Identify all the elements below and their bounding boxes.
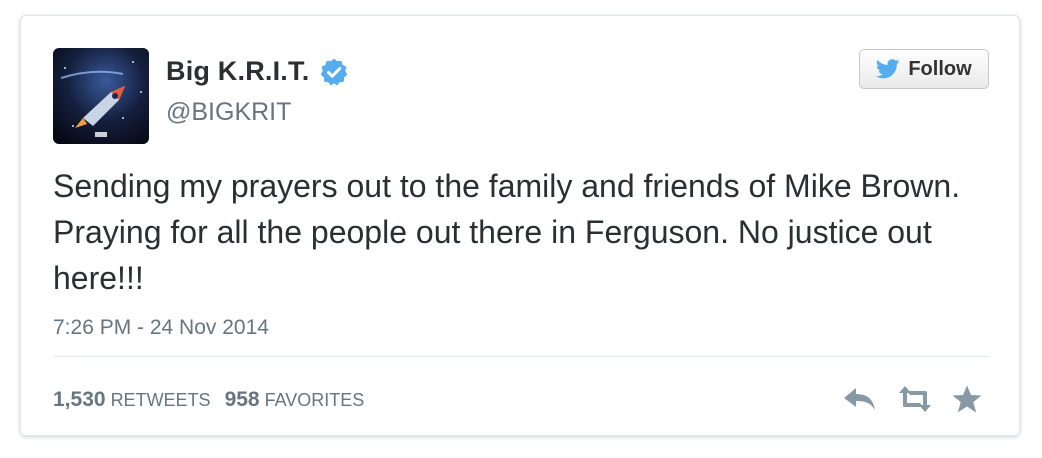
album-cover-image	[53, 48, 149, 144]
user-name-row: Big K.R.I.T.	[166, 56, 349, 87]
favorite-icon[interactable]	[951, 384, 983, 414]
tweet-actions	[841, 384, 983, 414]
tweet-stats: 1,530 RETWEETS 958 FAVORITES	[53, 388, 364, 412]
retweets-label: RETWEETS	[110, 390, 211, 410]
twitter-bird-icon	[876, 59, 900, 79]
follow-button-label: Follow	[908, 57, 972, 80]
retweets-stat[interactable]: 1,530 RETWEETS	[53, 388, 211, 412]
divider	[53, 356, 989, 357]
retweet-icon[interactable]	[893, 384, 937, 414]
retweets-count: 1,530	[53, 388, 106, 411]
tweet-text: Sending my prayers out to the family and…	[53, 168, 961, 296]
reply-icon[interactable]	[841, 384, 879, 414]
tweet-timestamp[interactable]: 7:26 PM - 24 Nov 2014	[53, 316, 269, 340]
follow-button[interactable]: Follow	[859, 49, 989, 89]
user-handle[interactable]: @BIGKRIT	[166, 98, 291, 127]
tweet-card: Big K.R.I.T. @BIGKRIT Follow Sending my …	[20, 15, 1020, 436]
user-name[interactable]: Big K.R.I.T.	[166, 56, 309, 87]
favorites-stat[interactable]: 958 FAVORITES	[225, 388, 365, 412]
verified-badge-icon	[321, 58, 348, 86]
favorites-label: FAVORITES	[264, 390, 365, 410]
favorites-count: 958	[224, 388, 260, 411]
avatar[interactable]	[53, 48, 149, 144]
